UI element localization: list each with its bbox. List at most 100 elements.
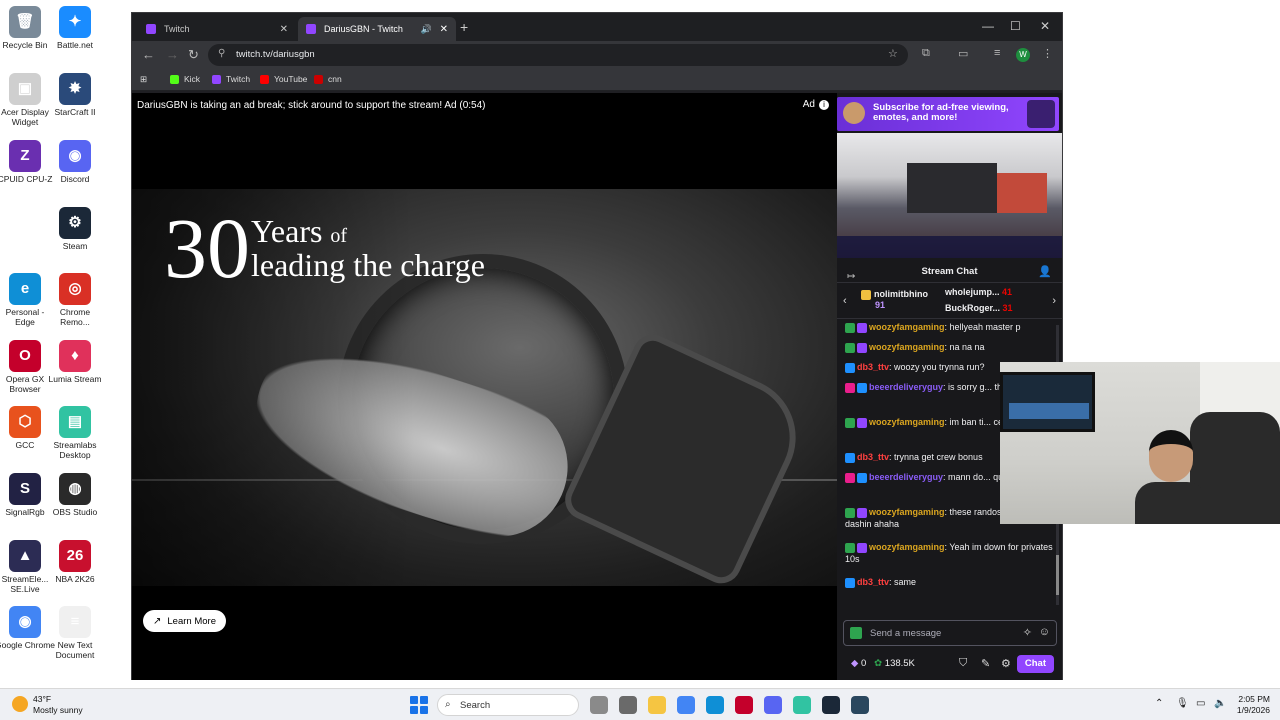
desktop-icon[interactable]: ◍ OBS Studio: [45, 473, 105, 518]
close-icon[interactable]: ✕: [440, 24, 448, 35]
user-badge-icon[interactable]: [857, 322, 867, 333]
user-badge-icon[interactable]: [857, 382, 867, 393]
bookmark-youtube[interactable]: YouTube: [260, 74, 307, 84]
desktop-icon[interactable]: 26 NBA 2K26: [45, 540, 105, 585]
back-icon[interactable]: ←: [142, 47, 155, 62]
chat-input[interactable]: Send a message ✧ ☺: [843, 620, 1057, 646]
streamlabs-icon[interactable]: [793, 696, 811, 714]
forward-icon[interactable]: →: [166, 47, 179, 62]
desktop-icon[interactable]: ✸ StarCraft II: [45, 73, 105, 118]
user-badge-icon[interactable]: [845, 362, 855, 373]
url-input[interactable]: ⚲ twitch.tv/dariusgbn: [208, 44, 908, 66]
start-button[interactable]: [410, 696, 428, 714]
reload-icon[interactable]: ↻: [188, 47, 199, 63]
cast-icon[interactable]: ▭: [958, 47, 968, 60]
chevron-left-icon[interactable]: ‹: [843, 295, 847, 307]
desktop-icon[interactable]: ⚙ Steam: [45, 207, 105, 252]
media-icon[interactable]: ≡: [994, 47, 1000, 59]
chevron-right-icon[interactable]: ›: [1052, 295, 1056, 307]
opera-icon[interactable]: [735, 696, 753, 714]
user-badge-icon[interactable]: [845, 342, 855, 353]
user-badge-icon[interactable]: [857, 342, 867, 353]
discord-icon[interactable]: [764, 696, 782, 714]
chat-username[interactable]: woozyfamgaming: [869, 417, 945, 427]
chat-username[interactable]: woozyfamgaming: [869, 542, 945, 552]
folder-icon[interactable]: [648, 696, 666, 714]
speaker-icon[interactable]: 🔊: [421, 24, 432, 35]
taskbar-search[interactable]: ⌕ Search: [437, 694, 579, 716]
desktop-icon[interactable]: ◎ Chrome Remo...: [45, 273, 105, 328]
info-icon[interactable]: i: [819, 100, 829, 110]
extensions-icon[interactable]: ⧉: [922, 47, 930, 60]
close-icon[interactable]: ✕: [280, 24, 288, 35]
edge-icon[interactable]: [706, 696, 724, 714]
bookmark-twitch[interactable]: Twitch: [212, 74, 250, 84]
volume-icon[interactable]: 🔈: [1214, 698, 1226, 709]
pen-icon[interactable]: ✎: [981, 657, 990, 670]
taskview-icon[interactable]: [619, 696, 637, 714]
learn-more-button[interactable]: ↗ Learn More: [143, 610, 226, 632]
emote-icon[interactable]: ☺: [1039, 626, 1050, 638]
scrollbar-thumb[interactable]: [1056, 555, 1059, 595]
community-icon[interactable]: 👤: [1038, 265, 1052, 278]
gear-icon[interactable]: ⚙: [1001, 657, 1011, 670]
desktop-icon[interactable]: ♦ Lumia Stream: [45, 340, 105, 385]
minimize-icon[interactable]: —: [982, 19, 994, 33]
display-icon[interactable]: ▭: [1196, 698, 1205, 709]
profile-avatar[interactable]: W: [1016, 48, 1030, 62]
shield-icon[interactable]: ⛉: [959, 657, 967, 670]
desktop-icon[interactable]: ✦ Battle.net: [45, 6, 105, 51]
user-badge-icon[interactable]: [857, 417, 867, 428]
user-badge-icon[interactable]: [845, 322, 855, 333]
user-badge-icon[interactable]: [845, 417, 855, 428]
collapse-chat-icon[interactable]: ↦: [847, 271, 855, 282]
chat-username[interactable]: beeerdeliveryguy: [869, 472, 943, 482]
leaderboard-entry[interactable]: nolimitbhino 91: [861, 289, 928, 310]
user-badge-icon[interactable]: [845, 542, 855, 553]
tab-dariusgbn[interactable]: DariusGBN - Twitch 🔊 ✕: [298, 17, 456, 41]
user-badge-icon[interactable]: [857, 472, 867, 483]
close-window-icon[interactable]: ✕: [1040, 19, 1050, 33]
maximize-icon[interactable]: ☐: [1010, 19, 1021, 33]
site-info-icon[interactable]: ⚲: [218, 48, 225, 59]
steam-icon[interactable]: [822, 696, 840, 714]
desktop-icon[interactable]: ▤ Streamlabs Desktop: [45, 406, 105, 461]
user-badge-icon[interactable]: [857, 507, 867, 518]
chrome-icon[interactable]: [677, 696, 695, 714]
chat-username[interactable]: db3_ttv: [857, 577, 889, 587]
weather-widget[interactable]: 43°F Mostly sunny: [12, 694, 83, 715]
user-badge-icon[interactable]: [845, 507, 855, 518]
steam2-icon[interactable]: [851, 696, 869, 714]
clock[interactable]: 2:05 PM 1/9/2026: [1237, 694, 1270, 716]
bookmark-cnn[interactable]: cnn: [314, 74, 342, 84]
bookmark-kick[interactable]: Kick: [170, 74, 200, 84]
chat-username[interactable]: db3_ttv: [857, 362, 889, 372]
chat-username[interactable]: beeerdeliveryguy: [869, 382, 943, 392]
chat-send-button[interactable]: Chat: [1016, 655, 1054, 673]
video-player[interactable]: DariusGBN is taking an ad break; stick a…: [132, 93, 837, 680]
apps-grid-icon[interactable]: ⊞: [140, 74, 147, 85]
user-badge-icon[interactable]: [845, 382, 855, 393]
file-explorer-icon[interactable]: [590, 696, 608, 714]
desktop-icon[interactable]: ≡ New Text Document: [45, 606, 105, 661]
chat-username[interactable]: woozyfamgaming: [869, 507, 945, 517]
mini-stream-preview[interactable]: [837, 133, 1062, 258]
channel-points[interactable]: ◆ 0 ✿ 138.5K: [851, 658, 915, 669]
leaderboard-entry[interactable]: wholejump... 41: [945, 287, 1012, 297]
tab-twitch[interactable]: Twitch ✕: [138, 17, 296, 41]
mic-icon[interactable]: 🎙: [1176, 698, 1189, 709]
user-badge-icon[interactable]: [845, 452, 855, 463]
menu-icon[interactable]: ⋮: [1042, 47, 1053, 60]
user-badge-icon[interactable]: [845, 472, 855, 483]
user-badge-icon[interactable]: [857, 542, 867, 553]
chevron-up-icon[interactable]: ⌃: [1155, 698, 1163, 709]
new-tab-button[interactable]: +: [460, 19, 468, 35]
leaderboard-entry[interactable]: BuckRoger... 31: [945, 303, 1013, 313]
ad-label[interactable]: Ad i: [803, 99, 829, 110]
user-badge-icon[interactable]: [845, 577, 855, 588]
chat-username[interactable]: db3_ttv: [857, 452, 889, 462]
bits-icon[interactable]: ✧: [1023, 626, 1032, 639]
desktop-icon[interactable]: ◉ Discord: [45, 140, 105, 185]
subscribe-banner[interactable]: Subscribe for ad-free viewing, emotes, a…: [837, 97, 1059, 131]
bookmark-star-icon[interactable]: ☆: [888, 47, 898, 60]
